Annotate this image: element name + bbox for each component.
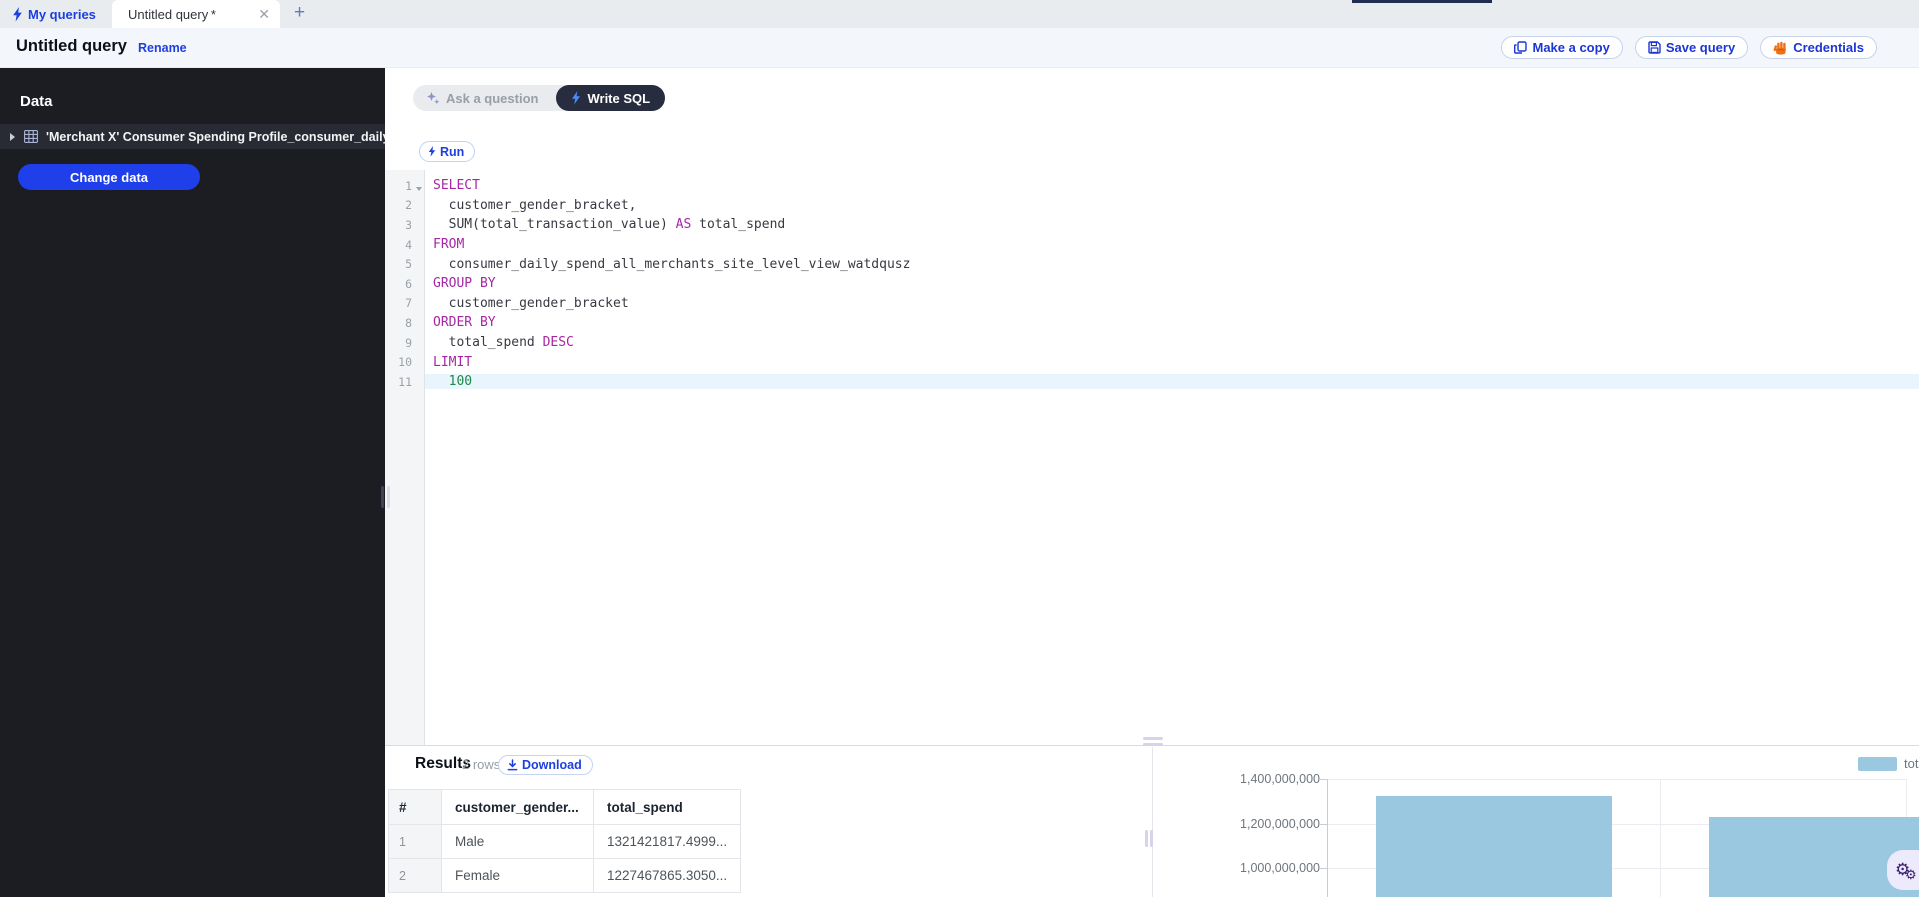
dataset-label: 'Merchant X' Consumer Spending Profile_c… [46,129,385,144]
page-header: Untitled query Rename Make a copy Save q… [0,28,1919,68]
chart-settings-button[interactable]: ⚙ ⚙ [1887,850,1919,890]
sql-editor-panel: Ask a question Write SQL Run 1 SELECT 2 cu… [381,68,1919,745]
line-number: 8 [405,315,412,330]
line-number: 7 [405,296,412,311]
line-number: 9 [405,335,412,350]
line-number: 11 [398,374,412,389]
tab-bar: My queries Untitled query * ✕ + [0,0,1919,28]
table-cell: Male [441,824,594,859]
y-axis-label: 1,400,000,000 [1240,772,1320,786]
run-button[interactable]: Run [419,141,476,162]
make-a-copy-button[interactable]: Make a copy [1501,36,1623,59]
y-axis-label: 1,000,000,000 [1240,861,1320,875]
top-progress-strip [1352,0,1492,3]
bar-female[interactable] [1708,817,1919,897]
gear-icon: ⚙ ⚙ [1895,860,1917,882]
code-line[interactable]: 9 total_spend DESC [385,333,1919,353]
code-line[interactable]: 4 FROM [385,235,1919,255]
table-row: 2 Female 1227467865.3050... [388,858,741,893]
tab-untitled-query[interactable]: Untitled query * ✕ [112,0,280,28]
axis-tick [1320,868,1327,869]
axis-tick [1320,823,1327,825]
table-cell: 2 [388,858,442,893]
results-panel: Results 2 rows Download # customer_gender… [385,737,1919,897]
table-cell: 1 [388,824,442,859]
app-window: My queries Untitled query * ✕ + Untitled… [0,0,1919,897]
tab-label: Untitled query * [128,6,216,22]
sidebar-heading: Data [20,93,53,110]
table-grid-icon [24,130,38,143]
download-button[interactable]: Download [498,755,593,775]
column-header: total_spend [593,789,741,825]
line-number: 2 [405,198,412,213]
line-number: 10 [398,355,412,370]
line-number: 4 [405,237,412,252]
column-header: customer_gender... [441,789,594,825]
ask-a-question-tab[interactable]: Ask a question [413,91,556,106]
sparkle-icon [426,91,440,105]
change-data-button[interactable]: Change data [18,164,200,190]
hand-icon [1773,41,1788,55]
fold-chevron-icon[interactable] [416,186,422,191]
new-tab-button[interactable]: + [294,2,305,24]
lightning-icon [571,91,581,105]
code-line[interactable]: 8 ORDER BY [385,313,1919,333]
rows-count: 2 rows [462,757,501,772]
code-line[interactable]: 11 100 [385,372,1919,392]
code-line[interactable]: 5 consumer_daily_spend_all_merchants_sit… [385,254,1919,274]
column-header: # [388,789,442,825]
bar-chart: total_spend 1,400,000,000 1,200,000,000 1,… [1153,746,1919,897]
code-line[interactable]: 10 LIMIT [385,352,1919,372]
y-axis-line [1327,779,1328,897]
lightning-icon [428,146,436,157]
rename-link[interactable]: Rename [138,41,187,55]
chart-legend[interactable]: total_spend [1858,756,1919,771]
save-query-button[interactable]: Save query [1634,36,1749,59]
y-axis-label: 1,200,000,000 [1240,816,1320,831]
code-line[interactable]: 7 customer_gender_bracket [385,294,1919,314]
my-queries-button[interactable]: My queries [12,0,96,28]
page-title: Untitled query [16,37,127,55]
header-actions: Make a copy Save query Credentials [1501,36,1877,59]
axis-tick [1320,779,1327,780]
table-row: 1 Male 1321421817.4999... [388,824,741,859]
table-cell: 1321421817.4999... [593,824,741,859]
my-queries-label: My queries [28,6,96,22]
download-icon [507,759,518,771]
legend-swatch [1858,756,1897,771]
line-number: 1 [385,179,425,193]
legend-label: total_spend [1904,756,1919,771]
bar-male[interactable] [1375,796,1612,897]
code-line[interactable]: 6 GROUP BY [385,274,1919,294]
mode-toggle: Ask a question Write SQL [413,85,666,111]
save-icon [1648,41,1661,54]
v-gridline [1660,779,1661,897]
credentials-button[interactable]: Credentials [1760,36,1877,59]
results-table: # customer_gender... total_spend 1 Male 1321… [388,789,741,893]
dataset-item[interactable]: 'Merchant X' Consumer Spending Profile_c… [0,124,385,149]
data-sidebar: Data 'Merchant X' Consumer Spending Prof… [0,68,385,897]
table-cell: Female [441,858,594,893]
line-number: 3 [405,217,412,232]
code-line[interactable]: 2 customer_gender_bracket, [385,196,1919,216]
sql-code-editor[interactable]: 1 SELECT 2 customer_gender_bracket, 3 SUM(t… [385,176,1919,392]
h-gridline [1327,779,1906,780]
write-sql-tab[interactable]: Write SQL [556,85,666,111]
line-number: 5 [405,257,412,272]
line-number: 6 [405,276,412,291]
code-line[interactable]: 3 SUM(total_transaction_value) AS total_… [385,215,1919,235]
lightning-icon [12,6,23,22]
code-line[interactable]: 1 SELECT [385,176,1919,196]
copy-icon [1514,41,1528,54]
close-tab-icon[interactable]: ✕ [258,7,270,21]
table-cell: 1227467865.3050... [593,858,741,893]
expand-caret-icon[interactable] [10,132,15,141]
